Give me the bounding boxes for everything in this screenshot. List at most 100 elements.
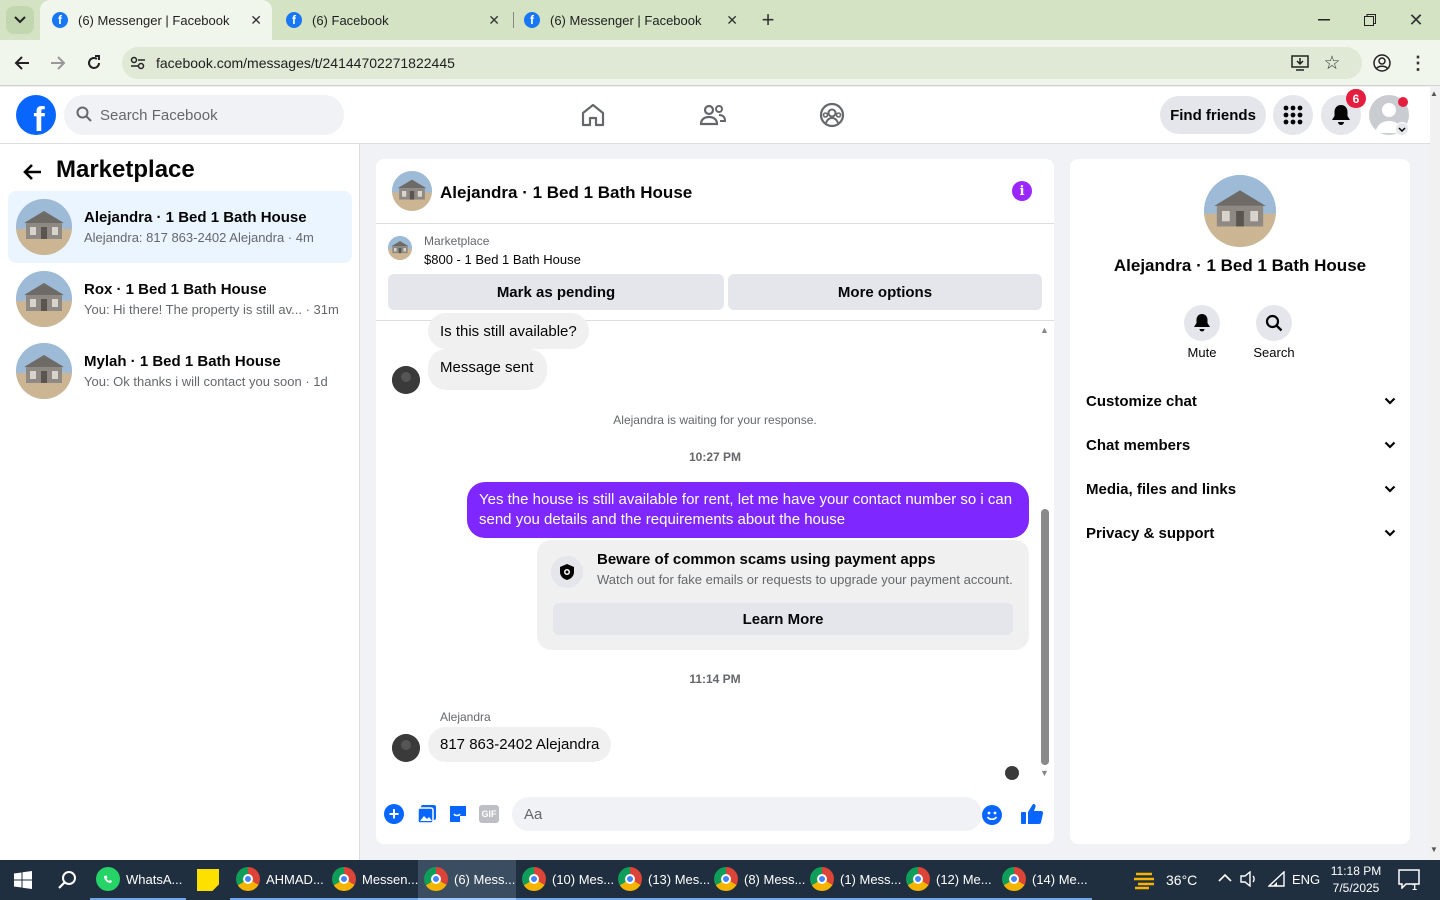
- conversation-name: Rox · 1 Bed 1 Bath House: [84, 281, 267, 298]
- listing-title[interactable]: $800 - 1 Bed 1 Bath House: [424, 252, 581, 267]
- conversation-name: Alejandra · 1 Bed 1 Bath House: [84, 209, 307, 226]
- volume-icon[interactable]: [1240, 870, 1258, 890]
- details-section[interactable]: Chat members: [1086, 423, 1396, 467]
- chrome-icon: [714, 867, 738, 891]
- taskbar-app[interactable]: (13) Mes...: [612, 860, 710, 900]
- language-indicator[interactable]: ENG: [1292, 872, 1320, 887]
- home-icon[interactable]: [578, 100, 608, 130]
- info-icon[interactable]: i: [1012, 181, 1032, 201]
- facebook-search-input[interactable]: Search Facebook: [64, 95, 344, 135]
- chevron-down-icon: [1384, 441, 1396, 449]
- chevron-down-icon[interactable]: [1395, 122, 1409, 136]
- reload-icon[interactable]: [80, 49, 108, 77]
- taskbar-app[interactable]: AHMAD...: [230, 860, 326, 900]
- search-in-chat-button[interactable]: [1256, 305, 1292, 341]
- pane-title: Marketplace: [56, 156, 195, 183]
- notification-badge: 6: [1346, 89, 1366, 108]
- like-icon[interactable]: [1020, 802, 1044, 831]
- taskbar-app[interactable]: (10) Mes...: [516, 860, 614, 900]
- page-scrollbar[interactable]: [1430, 87, 1440, 860]
- scroll-down-icon[interactable]: ▼: [1430, 845, 1438, 854]
- close-tab-icon[interactable]: ✕: [726, 12, 738, 29]
- details-name: Alejandra · 1 Bed 1 Bath House: [1113, 256, 1367, 275]
- chrome-icon: [906, 867, 930, 891]
- weather-widget[interactable]: 36°C: [1132, 868, 1197, 892]
- taskbar-app[interactable]: (14) Me...: [996, 860, 1092, 900]
- scroll-down-icon[interactable]: ▼: [1040, 768, 1049, 778]
- network-icon[interactable]: [1267, 870, 1286, 890]
- outgoing-message: Yes the house is still available for ren…: [467, 482, 1029, 538]
- plus-icon[interactable]: +: [384, 804, 404, 824]
- sticker-icon[interactable]: [448, 804, 468, 829]
- tab-search-icon[interactable]: [6, 6, 34, 34]
- taskbar-app[interactable]: (6) Mess...: [418, 860, 516, 900]
- sticky-notes-app[interactable]: [186, 860, 230, 900]
- learn-more-button[interactable]: Learn More: [553, 603, 1013, 635]
- friends-icon[interactable]: [698, 100, 728, 130]
- message-input[interactable]: Aa: [512, 797, 982, 831]
- forward-icon[interactable]: [44, 49, 72, 77]
- taskbar-app[interactable]: (8) Mess...: [708, 860, 805, 900]
- taskbar-app[interactable]: (1) Mess...: [804, 860, 902, 900]
- chat-avatar[interactable]: [392, 171, 432, 211]
- mark-pending-button[interactable]: Mark as pending: [388, 274, 724, 310]
- close-window-icon[interactable]: ✕: [1402, 6, 1430, 34]
- scroll-up-icon[interactable]: ▲: [1040, 325, 1049, 335]
- browser-tab-1[interactable]: f (6) Messenger | Facebook ✕: [40, 0, 272, 40]
- details-section[interactable]: Customize chat: [1086, 379, 1396, 423]
- section-label: Media, files and links: [1086, 480, 1237, 498]
- site-settings-icon[interactable]: [124, 49, 152, 77]
- chevron-up-icon[interactable]: [1218, 871, 1232, 886]
- install-app-icon[interactable]: [1286, 49, 1314, 77]
- browser-tab-2[interactable]: f (6) Facebook ✕: [274, 0, 510, 40]
- search-icon: [1265, 314, 1283, 332]
- address-bar[interactable]: facebook.com/messages/t/2414470227182244…: [122, 47, 1362, 79]
- chrome-icon: [522, 867, 546, 891]
- chat-title[interactable]: Alejandra · 1 Bed 1 Bath House: [440, 183, 692, 203]
- groups-icon[interactable]: [817, 100, 847, 130]
- restore-icon[interactable]: [1356, 6, 1384, 34]
- taskbar-app-label: (1) Mess...: [840, 871, 902, 887]
- profile-icon[interactable]: [1368, 49, 1396, 77]
- more-options-button[interactable]: More options: [728, 274, 1042, 310]
- mute-label: Mute: [1187, 345, 1217, 360]
- action-center-count: 1: [1412, 882, 1418, 892]
- scroll-up-icon[interactable]: ▲: [1430, 89, 1438, 98]
- browser-tab-3[interactable]: f (6) Messenger | Facebook ✕: [512, 0, 748, 40]
- weather-temp: 36°C: [1166, 872, 1198, 888]
- details-section[interactable]: Privacy & support: [1086, 511, 1396, 555]
- gif-icon[interactable]: GIF: [479, 805, 499, 823]
- details-avatar[interactable]: [1204, 175, 1276, 247]
- find-friends-button[interactable]: Find friends: [1160, 96, 1266, 134]
- close-tab-icon[interactable]: ✕: [250, 12, 262, 29]
- taskbar-app[interactable]: Messen...: [326, 860, 418, 900]
- search-taskbar-button[interactable]: [46, 860, 90, 900]
- bookmark-star-icon[interactable]: ☆: [1318, 49, 1346, 77]
- sender-avatar[interactable]: [392, 734, 420, 762]
- timestamp: 11:14 PM: [689, 672, 741, 686]
- new-tab-icon[interactable]: +: [754, 6, 782, 34]
- photo-icon[interactable]: [417, 804, 437, 829]
- facebook-logo-icon[interactable]: f: [16, 95, 56, 135]
- tab-title: (6) Messenger | Facebook: [550, 12, 702, 28]
- mute-button[interactable]: [1184, 305, 1220, 341]
- menu-grid-button[interactable]: [1273, 95, 1313, 135]
- minimize-icon[interactable]: [1310, 6, 1338, 34]
- conversation-item[interactable]: Alejandra · 1 Bed 1 Bath House Alejandra:…: [8, 191, 352, 263]
- search-placeholder: Search Facebook: [100, 106, 218, 124]
- back-arrow-icon[interactable]: [20, 160, 44, 184]
- start-button[interactable]: [0, 860, 46, 900]
- emoji-icon[interactable]: [982, 805, 1002, 825]
- scrollbar-thumb[interactable]: [1041, 509, 1049, 765]
- back-icon[interactable]: [8, 49, 36, 77]
- taskbar-app[interactable]: WhatsA...: [90, 860, 186, 900]
- clock[interactable]: 11:18 PM 7/5/2025: [1330, 863, 1382, 897]
- taskbar-app-label: (14) Me...: [1032, 871, 1088, 887]
- conversation-item[interactable]: Mylah · 1 Bed 1 Bath House You: Ok thanks…: [8, 335, 352, 407]
- taskbar-app[interactable]: (12) Me...: [900, 860, 996, 900]
- sender-avatar[interactable]: [392, 366, 420, 394]
- details-section[interactable]: Media, files and links: [1086, 467, 1396, 511]
- conversation-item[interactable]: Rox · 1 Bed 1 Bath House You: Hi there! T…: [8, 263, 352, 335]
- chrome-menu-icon[interactable]: ⋮: [1404, 49, 1432, 77]
- close-tab-icon[interactable]: ✕: [488, 12, 500, 29]
